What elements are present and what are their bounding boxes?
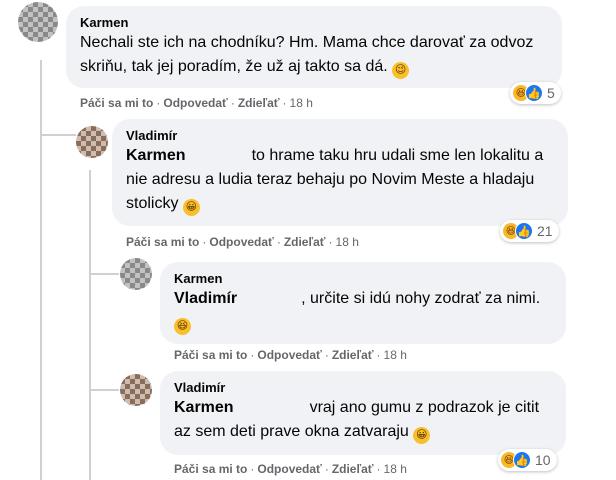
- like-link[interactable]: Páči sa mi to: [174, 348, 247, 362]
- reply-link[interactable]: Odpovedať: [209, 235, 273, 249]
- mention-link[interactable]: Karmen: [126, 147, 186, 164]
- comment-bubble: Vladimír Karmen to hrame taku hru udali s…: [112, 119, 568, 226]
- laugh-emoji-icon: 😆: [174, 318, 191, 335]
- reaction-summary[interactable]: 😆 👍 10: [498, 449, 557, 471]
- thread-line: [89, 273, 119, 275]
- mention-link[interactable]: Vladimír: [174, 290, 237, 307]
- comment-bubble: Karmen Nechali ste ich na chodníku? Hm. …: [66, 6, 562, 88]
- like-reaction-icon: 👍: [513, 451, 531, 469]
- comment-author[interactable]: Karmen: [174, 270, 554, 287]
- thread-line: [40, 134, 76, 136]
- grin-emoji-icon: 😀: [413, 427, 431, 444]
- timestamp[interactable]: 18 h: [384, 462, 407, 476]
- reaction-summary[interactable]: 😆 👍 21: [500, 220, 559, 242]
- avatar[interactable]: [120, 374, 152, 406]
- share-link[interactable]: Zdieľať: [332, 348, 374, 362]
- reaction-summary[interactable]: 😆 👍 5: [510, 82, 561, 104]
- comment-author[interactable]: Karmen: [80, 14, 550, 31]
- comment-author[interactable]: Vladimír: [126, 127, 556, 144]
- thread-line: [89, 389, 119, 391]
- reply-link[interactable]: Odpovedať: [257, 462, 321, 476]
- reply-link[interactable]: Odpovedať: [163, 96, 227, 110]
- comment-bubble: Karmen Vladimír , určite si idú nohy zodr…: [160, 262, 566, 344]
- like-reaction-icon: 👍: [515, 222, 533, 240]
- like-link[interactable]: Páči sa mi to: [80, 96, 153, 110]
- comment-text: , určite si idú nohy zodrať za nimi.: [301, 290, 541, 307]
- like-link[interactable]: Páči sa mi to: [126, 235, 199, 249]
- like-link[interactable]: Páči sa mi to: [174, 462, 247, 476]
- share-link[interactable]: Zdieľať: [332, 462, 374, 476]
- thread-line: [40, 60, 42, 480]
- share-link[interactable]: Zdieľať: [238, 96, 280, 110]
- reaction-count: 21: [537, 223, 553, 239]
- like-reaction-icon: 👍: [525, 84, 543, 102]
- timestamp[interactable]: 18 h: [336, 235, 359, 249]
- grin-emoji-icon: 😀: [182, 199, 200, 216]
- reaction-count: 5: [547, 85, 555, 101]
- timestamp[interactable]: 18 h: [384, 348, 407, 362]
- reply-link[interactable]: Odpovedať: [257, 348, 321, 362]
- mention-link[interactable]: Karmen: [174, 399, 234, 416]
- timestamp[interactable]: 18 h: [290, 96, 313, 110]
- reaction-count: 10: [535, 452, 551, 468]
- comment-text: Nechali ste ich na chodníku? Hm. Mama ch…: [80, 34, 534, 75]
- wink-emoji-icon: 😉: [392, 62, 410, 79]
- thread-line: [89, 170, 91, 480]
- share-link[interactable]: Zdieľať: [284, 235, 326, 249]
- avatar[interactable]: [18, 2, 58, 42]
- avatar[interactable]: [120, 258, 152, 290]
- comment-bubble: Vladimír Karmen vraj ano gumu z podrazok …: [160, 371, 566, 455]
- comment-author[interactable]: Vladimír: [174, 379, 554, 396]
- avatar[interactable]: [76, 126, 108, 158]
